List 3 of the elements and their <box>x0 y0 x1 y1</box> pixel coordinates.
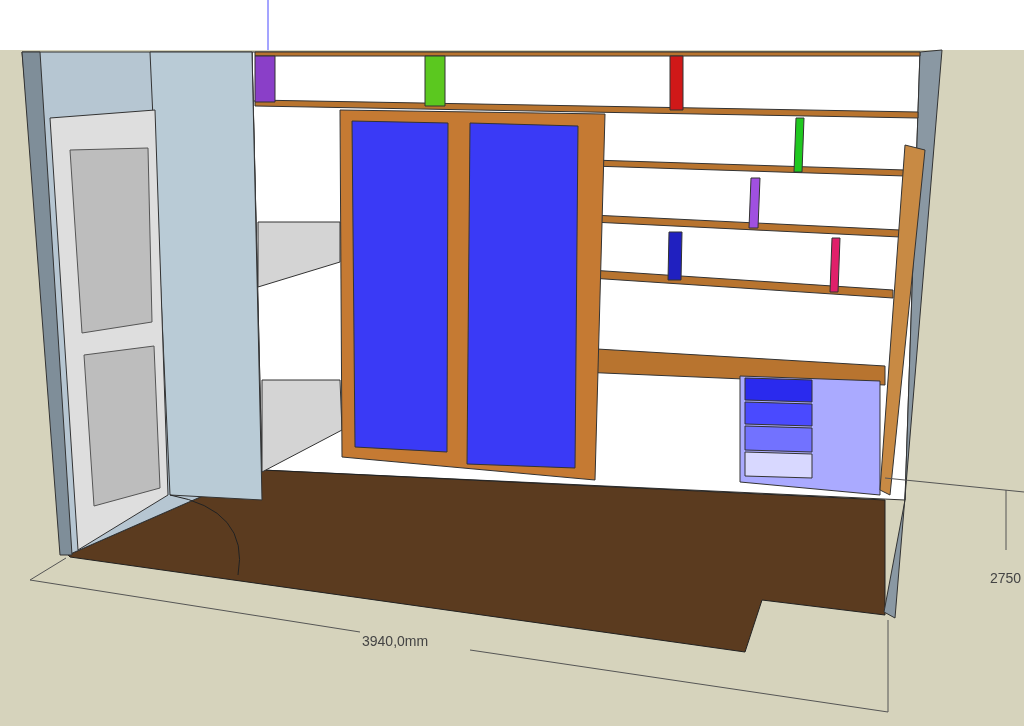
axis-line <box>267 0 269 51</box>
dimension-label: 3940,0mm <box>362 633 429 649</box>
dimension-label: 2750 <box>990 570 1022 586</box>
